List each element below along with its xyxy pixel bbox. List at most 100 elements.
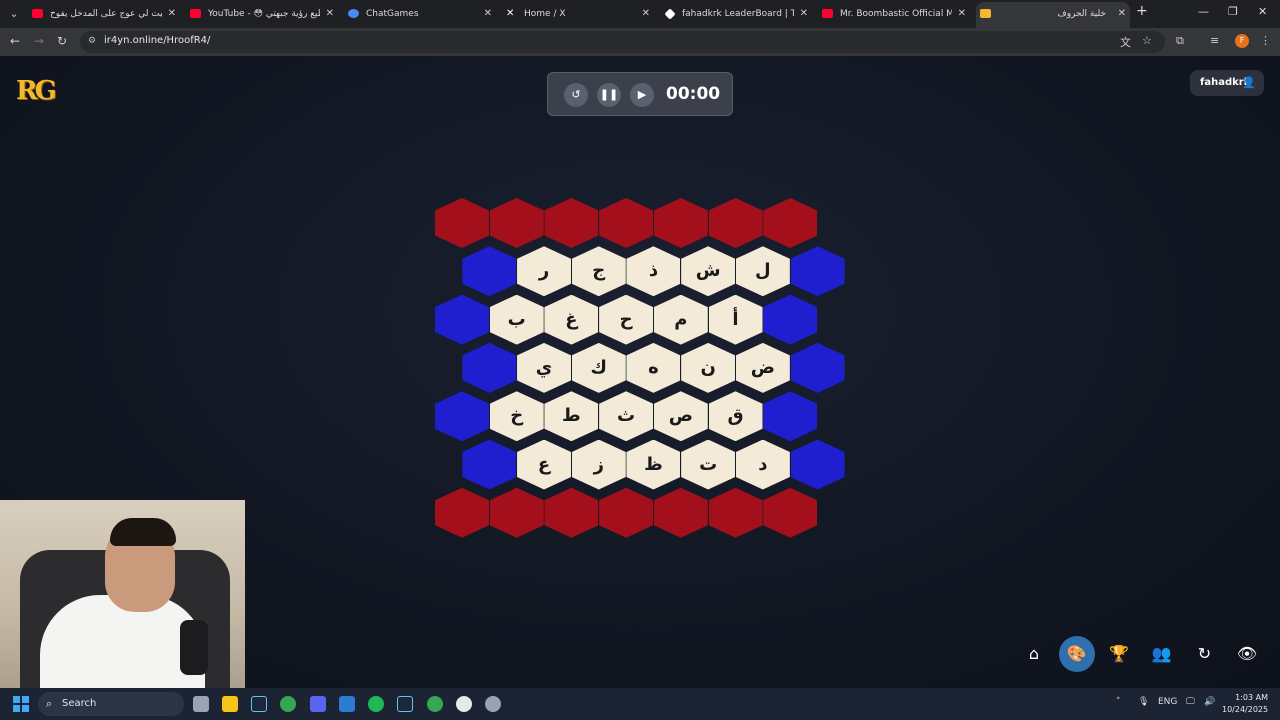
theme-button[interactable]: 🎨 xyxy=(1058,636,1095,672)
letter-hex[interactable]: ط xyxy=(544,391,599,442)
chatgames-icon xyxy=(348,9,359,18)
browser-tab[interactable]: حطيت لي عوج على المدخل يفوح ✕ xyxy=(28,2,180,26)
play-icon: ▶ xyxy=(637,88,647,101)
red-team-border-hex xyxy=(544,487,599,538)
letter-hex[interactable]: ش xyxy=(681,246,736,297)
profile-avatar[interactable]: F xyxy=(1235,34,1249,48)
diamond-icon xyxy=(664,8,676,20)
translate-icon[interactable]: 文 xyxy=(1120,34,1131,50)
letter-hex[interactable]: ج xyxy=(571,246,626,297)
close-icon[interactable]: ✕ xyxy=(642,2,650,26)
letter-hex[interactable]: غ xyxy=(544,294,599,345)
letter-hex[interactable]: ث xyxy=(599,391,654,442)
letter-hex[interactable]: ظ xyxy=(626,439,681,490)
letter-hex[interactable]: ذ xyxy=(626,246,681,297)
blue-team-border-hex xyxy=(790,342,845,393)
refresh-button[interactable]: ↻ xyxy=(1186,636,1222,672)
task-view-icon[interactable] xyxy=(193,696,209,712)
back-icon[interactable]: ← xyxy=(10,34,20,48)
view-button[interactable]: 👁 xyxy=(1229,636,1265,672)
close-icon[interactable]: ✕ xyxy=(168,2,176,26)
restore-icon[interactable]: ❐ xyxy=(1228,5,1238,18)
extensions-icon[interactable]: ⧉ xyxy=(1176,34,1184,48)
reset-timer-button[interactable]: ↺ xyxy=(564,83,588,107)
home-button[interactable]: ⌂ xyxy=(1016,636,1052,672)
close-icon[interactable]: ✕ xyxy=(800,2,808,26)
letter-hex[interactable]: ن xyxy=(681,342,736,393)
tab-search-icon[interactable]: ⌄ xyxy=(4,4,24,24)
media-control-icon[interactable]: ≡ xyxy=(1210,34,1219,47)
close-icon[interactable]: ✕ xyxy=(484,2,492,26)
network-icon[interactable]: 🖵 xyxy=(1186,697,1195,707)
close-icon[interactable]: ✕ xyxy=(1118,2,1126,26)
play-button[interactable]: ▶ xyxy=(630,83,654,107)
site-info-icon[interactable]: ⚙ xyxy=(88,36,99,47)
home-icon: ⌂ xyxy=(1028,644,1040,663)
mail-icon[interactable] xyxy=(339,696,355,712)
red-team-border-hex xyxy=(653,487,708,538)
letter-hex[interactable]: خ xyxy=(489,391,544,442)
letter-hex[interactable]: ي xyxy=(517,342,572,393)
red-team-border-hex xyxy=(489,198,544,248)
letter-hex[interactable]: ك xyxy=(571,342,626,393)
bookmark-star-icon[interactable]: ☆ xyxy=(1142,34,1152,47)
browser-tab[interactable]: YouTube - 😳 لا استطيع رؤية جبهتي ✕ xyxy=(186,2,338,26)
search-placeholder: Search xyxy=(62,698,97,709)
reload-icon[interactable]: ↻ xyxy=(57,34,67,48)
settings-icon[interactable] xyxy=(485,696,501,712)
discord-icon[interactable] xyxy=(310,696,326,712)
letter-hex[interactable]: ت xyxy=(681,439,736,490)
windows-start-icon[interactable] xyxy=(13,696,29,712)
volume-icon[interactable]: 🔊 xyxy=(1204,697,1215,707)
letter-hex[interactable]: ص xyxy=(653,391,708,442)
steam-icon[interactable] xyxy=(251,696,267,712)
leaderboard-button[interactable]: 🏆 xyxy=(1101,636,1137,672)
letter-hex[interactable]: د xyxy=(735,439,790,490)
browser-tab-active[interactable]: خلية الحروف ✕ xyxy=(976,2,1130,28)
language-indicator[interactable]: ENG xyxy=(1158,697,1177,707)
microphone-icon[interactable]: 🎙 xyxy=(1138,697,1149,707)
users-icon: 👥 xyxy=(1151,644,1172,663)
steam-icon[interactable] xyxy=(397,696,413,712)
browser-tab[interactable]: Mr. Boombastic Official Music Video ✕ xyxy=(818,2,970,26)
chrome-icon[interactable] xyxy=(427,696,443,712)
chrome-icon[interactable] xyxy=(280,696,296,712)
letter-hex[interactable]: ل xyxy=(735,246,790,297)
letter-hex[interactable]: ر xyxy=(517,246,572,297)
new-tab-icon[interactable]: + xyxy=(1136,3,1148,19)
obs-icon[interactable] xyxy=(456,696,472,712)
letter-hex[interactable]: ع xyxy=(517,439,572,490)
pause-button[interactable]: ❚❚ xyxy=(597,83,621,107)
minimize-icon[interactable]: — xyxy=(1198,5,1209,18)
browser-tab[interactable]: ✕ Home / X ✕ xyxy=(502,2,654,26)
system-clock[interactable]: 1:03 AM 10/24/2025 xyxy=(1222,692,1268,716)
teams-button[interactable]: 👥 xyxy=(1144,636,1180,672)
letter-hex[interactable]: ض xyxy=(735,342,790,393)
rg-logo[interactable]: RG xyxy=(16,76,57,106)
letter-hex[interactable]: ز xyxy=(571,439,626,490)
file-explorer-icon[interactable] xyxy=(222,696,238,712)
letter-hex[interactable]: ق xyxy=(708,391,763,442)
search-icon: ⌕ xyxy=(46,697,53,710)
youtube-icon xyxy=(32,9,43,18)
window-close-icon[interactable]: ✕ xyxy=(1258,5,1267,18)
browser-tab[interactable]: ChatGames ✕ xyxy=(344,2,496,26)
tab-label: Mr. Boombastic Official Music Video xyxy=(840,9,952,19)
address-bar[interactable]: ⚙ ir4yn.online/HroofR4/ xyxy=(80,31,1165,53)
browser-menu-icon[interactable]: ⋮ xyxy=(1260,34,1271,47)
user-badge[interactable]: fahadkrk 👤 xyxy=(1190,70,1264,96)
letter-hex[interactable]: ه xyxy=(626,342,681,393)
taskbar-search[interactable]: ⌕ Search xyxy=(38,692,184,716)
letter-hex[interactable]: ب xyxy=(489,294,544,345)
palette-icon: 🎨 xyxy=(1066,644,1087,663)
spotify-icon[interactable] xyxy=(368,696,384,712)
browser-tab[interactable]: fahadkrk LeaderBoard | The best ✕ xyxy=(660,2,812,26)
letter-hex[interactable]: أ xyxy=(708,294,763,345)
tray-overflow-icon[interactable]: ˄ xyxy=(1116,697,1121,707)
close-icon[interactable]: ✕ xyxy=(326,2,334,26)
letter-hex[interactable]: ح xyxy=(599,294,654,345)
forward-icon[interactable]: → xyxy=(34,34,44,48)
close-icon[interactable]: ✕ xyxy=(958,2,966,26)
letter-hex[interactable]: م xyxy=(653,294,708,345)
red-team-border-hex xyxy=(544,198,599,248)
